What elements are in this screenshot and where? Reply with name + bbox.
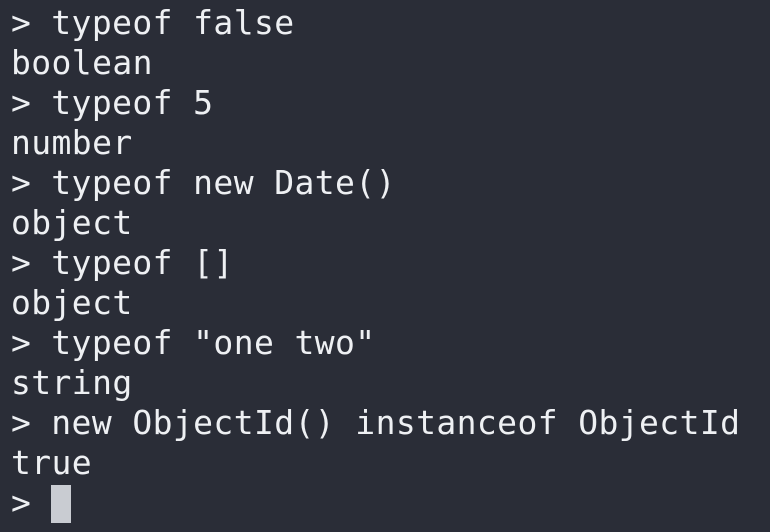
prompt-symbol: > — [11, 83, 32, 122]
input-line[interactable]: > — [11, 483, 770, 523]
command-text: typeof false — [51, 3, 295, 42]
command-line: > typeof [] — [11, 243, 770, 283]
command-line: > typeof "one two" — [11, 323, 770, 363]
terminal-window[interactable]: > typeof false boolean > typeof 5 number >… — [0, 0, 770, 532]
prompt-symbol: > — [11, 243, 32, 282]
output-line: boolean — [11, 43, 153, 82]
command-line: > typeof 5 — [11, 83, 770, 123]
command-text: typeof "one two" — [51, 323, 376, 362]
command-text: typeof [] — [51, 243, 234, 282]
prompt-symbol: > — [11, 3, 32, 42]
command-line: > new ObjectId() instanceof ObjectId — [11, 403, 770, 443]
output-line: object — [11, 283, 133, 322]
command-text: new ObjectId() instanceof ObjectId — [51, 403, 741, 442]
prompt-symbol: > — [11, 163, 32, 202]
command-text: typeof new Date() — [51, 163, 396, 202]
prompt-symbol: > — [11, 483, 32, 522]
output-line: object — [11, 203, 133, 242]
text-cursor — [51, 485, 72, 523]
command-line: > typeof false — [11, 3, 770, 43]
prompt-symbol: > — [11, 403, 32, 442]
command-line: > typeof new Date() — [11, 163, 770, 203]
command-text: typeof 5 — [51, 83, 214, 122]
output-line: number — [11, 123, 133, 162]
output-line: true — [11, 443, 93, 482]
prompt-symbol: > — [11, 323, 32, 362]
output-line: string — [11, 363, 133, 402]
